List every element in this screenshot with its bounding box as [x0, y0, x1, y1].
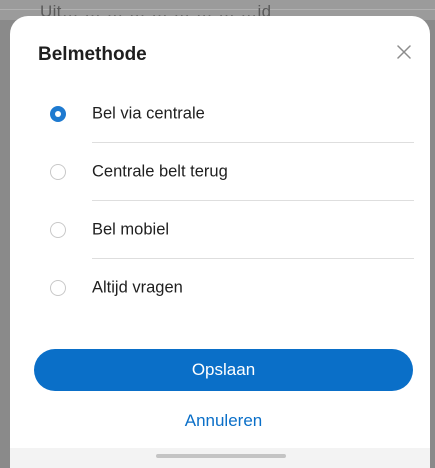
radio-unselected-icon[interactable] [50, 280, 66, 296]
dialog-title: Belmethode [38, 44, 147, 65]
home-indicator[interactable] [156, 454, 286, 458]
option-bel-via-centrale[interactable]: Bel via centrale [34, 85, 414, 143]
option-label: Centrale belt terug [92, 162, 228, 181]
save-button[interactable]: Opslaan [34, 349, 413, 391]
option-centrale-belt-terug[interactable]: Centrale belt terug [34, 143, 414, 201]
radio-selected-icon[interactable] [50, 106, 66, 122]
radio-unselected-icon[interactable] [50, 164, 66, 180]
option-label: Altijd vragen [92, 278, 183, 297]
bottom-sheet-dialog: Belmethode Bel via centrale Centrale bel… [10, 16, 430, 468]
close-button[interactable] [390, 38, 418, 66]
radio-unselected-icon[interactable] [50, 222, 66, 238]
option-bel-mobiel[interactable]: Bel mobiel [34, 201, 414, 259]
option-altijd-vragen[interactable]: Altijd vragen [34, 259, 414, 317]
close-icon [397, 45, 411, 59]
option-label: Bel via centrale [92, 104, 205, 123]
navigation-bar [10, 448, 430, 468]
option-label: Bel mobiel [92, 220, 170, 239]
cancel-button[interactable]: Annuleren [34, 406, 413, 436]
